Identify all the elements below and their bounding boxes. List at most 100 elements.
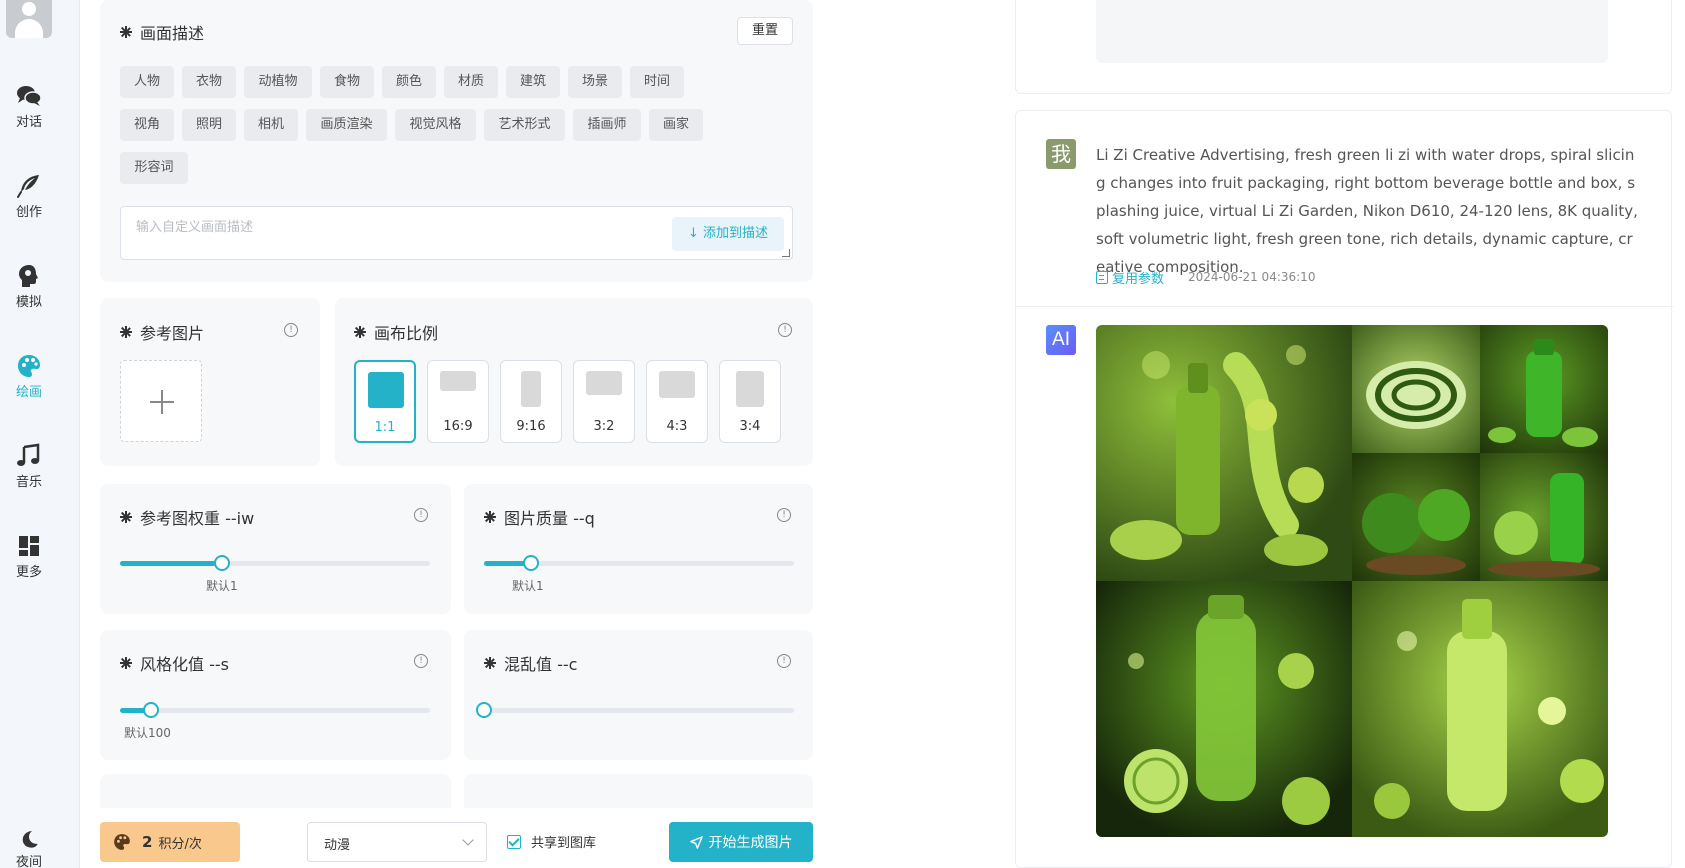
generated-image-4[interactable] — [1352, 453, 1480, 581]
tag-button[interactable]: 食物 — [320, 66, 374, 98]
reset-button[interactable]: 重置 — [737, 17, 793, 45]
ratio-option-9-16[interactable]: 9:16 — [500, 360, 562, 443]
tag-button[interactable]: 建筑 — [506, 66, 560, 98]
tag-button[interactable]: 艺术形式 — [484, 109, 565, 141]
add-to-description-button[interactable]: ↓ 添加到描述 — [671, 217, 784, 251]
tag-button[interactable]: 照明 — [182, 109, 236, 141]
ratio-shape — [440, 371, 476, 391]
sidebar-item-simulate[interactable]: 模拟 — [0, 262, 58, 310]
slider-thumb[interactable] — [522, 555, 539, 571]
info-icon[interactable]: ! — [777, 508, 791, 522]
sidebar-item-create[interactable]: 创作 — [0, 172, 58, 220]
sidebar-item-label: 夜间 — [15, 855, 42, 868]
generated-image-grid[interactable] — [1096, 325, 1608, 837]
sidebar-item-label: 更多 — [15, 565, 42, 580]
sidebar-item-chat[interactable]: 对话 — [0, 82, 58, 130]
ratio-shape — [659, 371, 695, 398]
ratio-option-3-4[interactable]: 3:4 — [719, 360, 781, 443]
tag-button[interactable]: 颜色 — [382, 66, 436, 98]
description-title: 画面描述 — [120, 20, 204, 44]
info-icon[interactable]: ! — [414, 654, 428, 668]
ratio-label: 3:4 — [739, 419, 761, 434]
iw-card — [100, 484, 451, 614]
points-cost-badge: 2 积分/次 — [100, 822, 240, 862]
tag-button[interactable]: 时间 — [630, 66, 684, 98]
tag-button[interactable]: 画质渲染 — [306, 109, 387, 141]
iw-slider[interactable] — [120, 555, 430, 571]
info-icon[interactable]: ! — [414, 508, 428, 522]
slider-thumb[interactable] — [476, 702, 492, 718]
tag-button[interactable]: 视角 — [120, 109, 174, 141]
required-star-icon — [120, 26, 132, 38]
tag-button[interactable]: 人物 — [120, 66, 174, 98]
grid-icon — [19, 536, 39, 556]
tag-button[interactable]: 衣物 — [182, 66, 236, 98]
document-icon — [1096, 271, 1108, 284]
ai-badge: AI — [1046, 325, 1076, 355]
tag-button[interactable]: 插画师 — [573, 109, 641, 141]
quality-default-hint: 默认1 — [512, 579, 544, 593]
required-star-icon — [354, 326, 366, 338]
ratio-title: 画布比例 — [354, 320, 438, 344]
generated-image-2[interactable] — [1352, 325, 1480, 453]
tag-button[interactable]: 材质 — [444, 66, 498, 98]
feather-icon — [17, 175, 39, 198]
generated-image-1[interactable] — [1096, 325, 1352, 581]
description-placeholder: 输入自定义画面描述 — [136, 220, 254, 235]
avatar[interactable] — [6, 0, 52, 38]
sidebar-item-draw[interactable]: 绘画 — [0, 352, 58, 400]
sidebar-item-night[interactable]: 夜间 — [0, 828, 58, 868]
quality-card — [464, 484, 813, 614]
generated-image-7[interactable] — [1352, 581, 1608, 837]
tag-button[interactable]: 相机 — [244, 109, 298, 141]
arrow-down-icon: ↓ — [687, 226, 699, 241]
slider-thumb[interactable] — [143, 702, 159, 718]
chaos-title: 混乱值 --c — [484, 651, 577, 675]
stylize-slider[interactable] — [120, 702, 430, 718]
tag-button[interactable]: 视觉风格 — [395, 109, 476, 141]
message-timestamp: 2024-06-21 04:36:10 — [1188, 270, 1316, 284]
divider — [1016, 306, 1673, 307]
share-to-gallery-checkbox[interactable]: 共享到图库 — [507, 832, 596, 851]
info-icon[interactable]: ! — [778, 323, 792, 337]
resize-grip-icon[interactable] — [782, 249, 790, 257]
sidebar-item-music[interactable]: 音乐 — [0, 442, 58, 490]
info-icon[interactable]: ! — [284, 323, 298, 337]
required-star-icon — [120, 657, 132, 669]
prompt-text: Li Zi Creative Advertising, fresh green … — [1096, 146, 1638, 276]
tag-button[interactable]: 形容词 — [120, 152, 188, 184]
sidebar-item-more[interactable]: 更多 — [0, 532, 58, 580]
custom-description-input[interactable]: 输入自定义画面描述 ↓ 添加到描述 — [120, 206, 793, 260]
ratio-label: 9:16 — [516, 419, 546, 434]
points-value: 2 — [142, 833, 153, 851]
tag-button[interactable]: 场景 — [568, 66, 622, 98]
stylize-title: 风格化值 --s — [120, 651, 229, 675]
tag-button[interactable]: 动植物 — [244, 66, 312, 98]
reference-title: 参考图片 — [120, 320, 204, 344]
info-icon[interactable]: ! — [777, 654, 791, 668]
points-unit: 积分/次 — [158, 836, 202, 852]
reuse-params-button[interactable]: 复用参数 — [1096, 268, 1164, 287]
quality-slider[interactable] — [484, 555, 794, 571]
ratio-option-3-2[interactable]: 3:2 — [573, 360, 635, 443]
ratio-option-4-3[interactable]: 4:3 — [646, 360, 708, 443]
ratio-option-1-1[interactable]: 1:1 — [354, 360, 416, 443]
style-select[interactable]: 动漫 — [307, 822, 487, 862]
generated-image-3[interactable] — [1480, 325, 1608, 453]
sidebar-item-label: 对话 — [15, 115, 42, 130]
generated-image-6[interactable] — [1096, 581, 1352, 837]
chaos-slider[interactable] — [476, 702, 794, 718]
upload-image-button[interactable] — [120, 360, 202, 442]
chat-icon — [17, 86, 42, 106]
previous-message-card — [1015, 0, 1672, 94]
style-select-value: 动漫 — [324, 838, 351, 853]
iw-default-hint: 默认1 — [206, 579, 238, 593]
ratio-shape — [521, 371, 541, 407]
ratio-option-16-9[interactable]: 16:9 — [427, 360, 489, 443]
ratio-shape — [736, 371, 764, 407]
tag-button[interactable]: 画家 — [649, 109, 703, 141]
music-note-icon — [17, 443, 40, 466]
generate-image-button[interactable]: 开始生成图片 — [669, 822, 813, 862]
required-star-icon — [120, 326, 132, 338]
generated-image-5[interactable] — [1480, 453, 1608, 581]
